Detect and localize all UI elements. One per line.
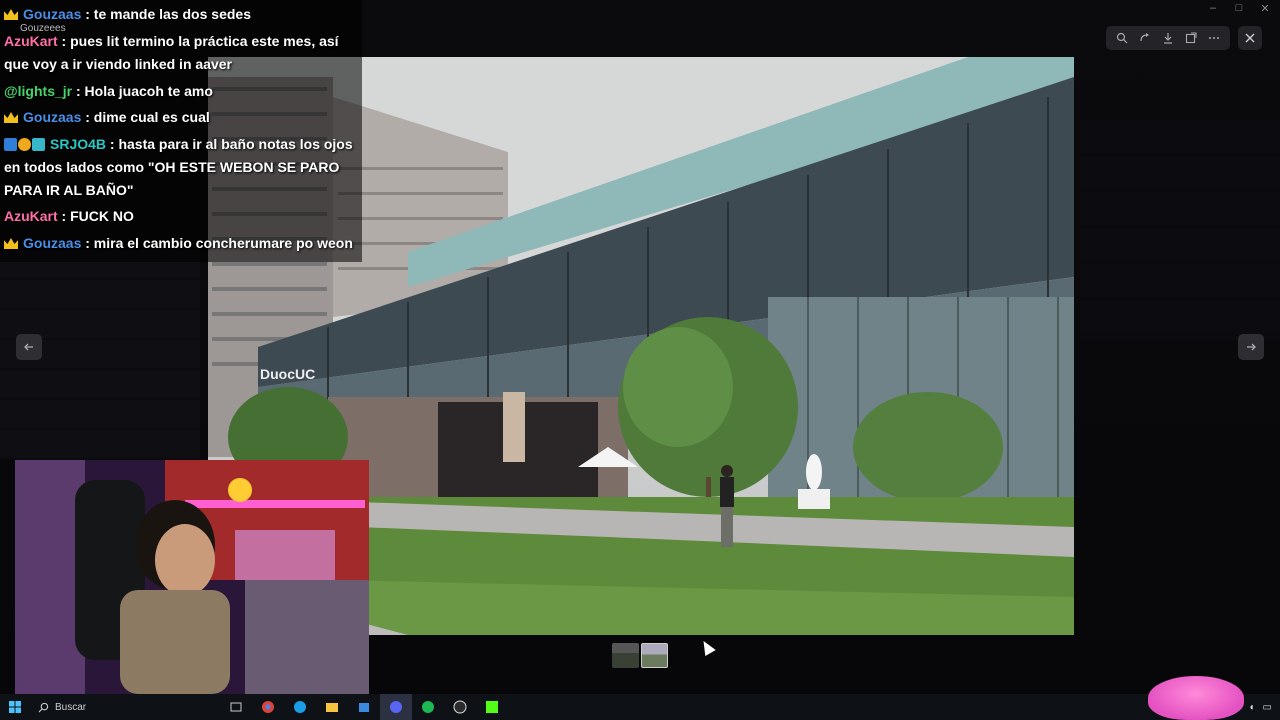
chat-message: Gouzaas : mira el cambio concherumare po…	[4, 232, 364, 255]
window-close-button[interactable]: ✕	[1258, 2, 1272, 15]
chat-username: Gouzaas	[23, 6, 82, 22]
chat-username: AzuKart	[4, 33, 58, 49]
task-view-icon[interactable]	[220, 694, 252, 720]
streamer-webcam	[15, 460, 369, 694]
chat-username: Gouzaas	[23, 109, 82, 125]
prime-badge-icon	[4, 138, 17, 151]
previous-image-button[interactable]	[16, 334, 42, 360]
obs-icon[interactable]	[444, 694, 476, 720]
windows-start-icon[interactable]	[0, 694, 30, 720]
edge-icon[interactable]	[284, 694, 316, 720]
crown-badge-icon	[4, 9, 18, 20]
open-external-icon[interactable]	[1182, 29, 1200, 47]
taskbar-search[interactable]: Buscar	[30, 694, 220, 720]
thumbnail-strip	[612, 643, 668, 668]
chat-username: Gouzaas	[23, 235, 82, 251]
chat-text: : mira el cambio concherumare po weon	[81, 235, 353, 251]
volume-icon[interactable]: ◖	[1249, 702, 1255, 713]
chat-message: AzuKart : pues lit termino la práctica e…	[4, 30, 364, 76]
chat-message: SRJO4B : hasta para ir al baño notas los…	[4, 133, 364, 202]
chat-text: : te mande las dos sedes	[81, 6, 251, 22]
discord-icon[interactable]	[380, 694, 412, 720]
next-image-button[interactable]	[1238, 334, 1264, 360]
store-icon[interactable]	[348, 694, 380, 720]
chat-message: Gouzaas : dime cual es cual	[4, 106, 364, 129]
zoom-icon[interactable]	[1113, 29, 1131, 47]
thumbnail-image-selected[interactable]	[641, 643, 668, 668]
kirby-mascot-overlay	[1148, 676, 1244, 720]
crown-badge-icon	[4, 112, 18, 123]
chrome-icon[interactable]	[252, 694, 284, 720]
chat-text: : Hola juacoh te amo	[72, 83, 213, 99]
crown-badge-icon	[4, 238, 18, 249]
gold-badge-icon	[18, 138, 31, 151]
spotify-icon[interactable]	[412, 694, 444, 720]
rotate-icon[interactable]	[1136, 29, 1154, 47]
chat-text: : FUCK NO	[57, 208, 134, 224]
notification-icon[interactable]: ▭	[1263, 702, 1272, 713]
chat-username: AzuKart	[4, 208, 58, 224]
background-right-panel	[1080, 120, 1280, 340]
arrow-left-icon	[24, 343, 33, 351]
thumbnail-image[interactable]	[612, 643, 639, 668]
window-controls: – □ ✕	[1206, 2, 1272, 15]
sub-badge-icon	[32, 138, 45, 151]
maximize-button[interactable]: □	[1232, 2, 1246, 15]
chat-message: @lights_jr : Hola juacoh te amo	[4, 80, 364, 103]
minimize-button[interactable]: –	[1206, 2, 1220, 15]
search-icon	[38, 702, 49, 712]
chat-message: AzuKart : FUCK NO	[4, 205, 364, 228]
search-placeholder: Buscar	[55, 701, 87, 713]
more-icon[interactable]	[1205, 29, 1223, 47]
webcam-feed	[15, 460, 369, 694]
file-explorer-icon[interactable]	[316, 694, 348, 720]
chat-text: : dime cual es cual	[81, 109, 210, 125]
chat-username: SRJO4B	[50, 136, 107, 152]
close-icon[interactable]	[1238, 26, 1262, 50]
chat-username: @lights_jr	[4, 83, 73, 99]
image-viewer-toolbar	[1106, 26, 1230, 50]
arrow-right-icon	[1247, 343, 1256, 351]
windows-taskbar: Buscar ^ ● ◖ ▭	[0, 694, 1280, 720]
download-icon[interactable]	[1159, 29, 1177, 47]
building-sign: DuocUC	[260, 366, 315, 382]
kick-icon[interactable]	[476, 694, 508, 720]
